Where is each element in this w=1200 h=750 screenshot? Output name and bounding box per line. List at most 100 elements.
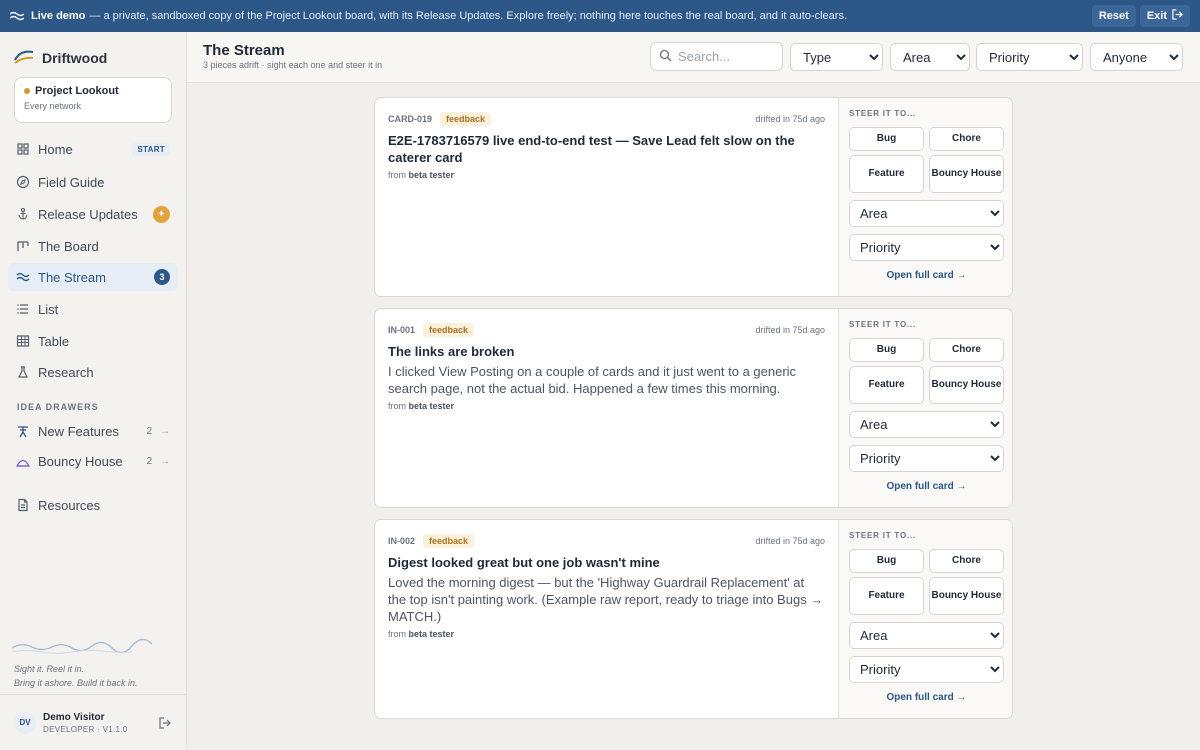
stream-card[interactable]: IN-002 feedback drifted in 75d ago Diges…	[374, 519, 1013, 719]
stream-card[interactable]: IN-001 feedback drifted in 75d ago The l…	[374, 308, 1013, 508]
drawer-count: 2	[146, 455, 152, 467]
user-bar: DV Demo Visitor DEVELOPER · V1.1.0	[0, 694, 186, 750]
card-area-select[interactable]: Area	[849, 622, 1004, 649]
type-filter[interactable]: Type	[790, 43, 883, 71]
nav-item-release-updates[interactable]: Release Updates ✦	[8, 200, 178, 228]
card-title[interactable]: Digest looked great but one job wasn't m…	[388, 554, 825, 571]
card-type-tag: feedback	[440, 112, 492, 126]
sparkle-icon: ✦	[153, 205, 170, 223]
steer-bouncy-house-button[interactable]: Bouncy House	[929, 577, 1004, 615]
drawer-label-bouncy-house: Bouncy House	[38, 453, 123, 469]
nav-label-table: Table	[38, 333, 70, 349]
open-full-card-link[interactable]: Open full card →	[849, 692, 1004, 703]
nav-item-resources[interactable]: Resources	[8, 491, 178, 519]
card-body: I clicked View Posting on a couple of ca…	[388, 364, 797, 396]
drawers-heading: IDEA DRAWERS	[17, 402, 99, 412]
document-icon	[16, 498, 30, 512]
nav-item-field-guide[interactable]: Field Guide	[8, 168, 178, 196]
search-icon	[659, 49, 672, 65]
source-name: beta tester	[408, 629, 455, 639]
nav-item-table[interactable]: Table	[8, 327, 178, 355]
drawer-new-features[interactable]: New Features 2 →	[8, 417, 178, 445]
card-area-select[interactable]: Area	[849, 411, 1004, 438]
nav-label-resources: Resources	[38, 497, 101, 513]
card-id: CARD-019	[388, 114, 433, 124]
page-header: The Stream 3 pieces adrift · sight each …	[187, 32, 1200, 83]
drawer-count: 2	[146, 425, 152, 437]
anchor-icon	[16, 207, 30, 221]
drawer-label-new-features: New Features	[38, 423, 119, 439]
figure-icon	[16, 424, 30, 438]
arrow-right-icon: →	[160, 455, 170, 467]
steer-panel: STEER IT TO... Bug Chore Feature Bouncy …	[838, 98, 1012, 296]
arrow-right-icon: →	[160, 425, 170, 437]
source-name: beta tester	[408, 401, 455, 411]
nav-label-list: List	[38, 301, 59, 317]
bouncy-house-icon	[16, 454, 30, 468]
card-title[interactable]: The links are broken	[388, 343, 825, 360]
steer-bug-button[interactable]: Bug	[849, 127, 924, 151]
card-priority-select[interactable]: Priority	[849, 656, 1004, 683]
brand[interactable]: Driftwood	[14, 48, 107, 67]
tagline-line-1: Sight it. Reel it in.	[14, 664, 85, 674]
nav-label-board: The Board	[38, 238, 99, 254]
reset-button[interactable]: Reset	[1091, 5, 1136, 27]
steer-bouncy-house-button[interactable]: Bouncy House	[929, 155, 1004, 193]
steer-chore-button[interactable]: Chore	[929, 338, 1004, 362]
card-area-select[interactable]: Area	[849, 200, 1004, 227]
wave-decoration	[11, 638, 153, 659]
source-prefix: from	[388, 401, 406, 411]
card-body: Loved the morning digest — but the 'High…	[388, 575, 824, 624]
nav-label-research: Research	[38, 364, 94, 380]
avatar[interactable]: DV	[14, 711, 36, 734]
priority-filter[interactable]: Priority	[976, 43, 1083, 71]
tagline-line-2: Bring it ashore. Build it back in.	[14, 678, 138, 688]
start-tag: START	[132, 142, 170, 156]
card-timestamp: drifted in 75d ago	[755, 536, 825, 546]
exit-button[interactable]: Exit	[1139, 5, 1190, 27]
steer-chore-button[interactable]: Chore	[929, 127, 1004, 151]
list-icon	[16, 302, 30, 316]
search-box[interactable]	[650, 42, 783, 71]
workspace-switcher[interactable]: Project Lookout Every network	[14, 77, 172, 123]
area-filter[interactable]: Area	[890, 43, 970, 71]
card-title[interactable]: E2E-1783716579 live end-to-end test — Sa…	[388, 132, 825, 166]
assignee-filter[interactable]: Anyone	[1090, 43, 1183, 71]
page-title: The Stream	[203, 42, 285, 59]
driftwood-logo-icon	[14, 48, 34, 67]
drawer-bouncy-house[interactable]: Bouncy House 2 →	[8, 447, 178, 475]
open-full-card-link[interactable]: Open full card →	[849, 270, 1004, 281]
steer-bug-button[interactable]: Bug	[849, 549, 924, 573]
source-prefix: from	[388, 629, 406, 639]
nav-item-list[interactable]: List	[8, 295, 178, 323]
steer-bug-button[interactable]: Bug	[849, 338, 924, 362]
steer-chore-button[interactable]: Chore	[929, 549, 1004, 573]
nav-label-release-updates: Release Updates	[38, 206, 138, 222]
user-role: DEVELOPER · V1.1.0	[43, 724, 128, 734]
wave-icon	[16, 270, 30, 284]
steer-feature-button[interactable]: Feature	[849, 577, 924, 615]
search-input[interactable]	[678, 49, 774, 64]
card-source: from beta tester	[388, 629, 825, 639]
card-id: IN-001	[388, 325, 416, 335]
open-full-card-link[interactable]: Open full card →	[849, 481, 1004, 492]
card-type-tag: feedback	[423, 534, 475, 548]
nav-item-board[interactable]: The Board	[8, 232, 178, 260]
stream-count-badge: 3	[154, 269, 170, 285]
wave-icon	[10, 11, 24, 21]
table-icon	[16, 334, 30, 348]
nav-item-stream[interactable]: The Stream 3	[8, 263, 178, 291]
stream-card[interactable]: CARD-019 feedback drifted in 75d ago E2E…	[374, 97, 1013, 297]
demo-banner: Live demo — a private, sandboxed copy of…	[0, 0, 1200, 32]
nav-item-home[interactable]: Home START	[8, 135, 178, 163]
steer-feature-button[interactable]: Feature	[849, 366, 924, 404]
card-priority-select[interactable]: Priority	[849, 445, 1004, 472]
nav-item-research[interactable]: Research	[8, 358, 178, 386]
card-source: from beta tester	[388, 170, 825, 180]
card-priority-select[interactable]: Priority	[849, 234, 1004, 261]
logout-icon[interactable]	[158, 716, 172, 730]
card-type-tag: feedback	[423, 323, 475, 337]
brand-name: Driftwood	[42, 49, 108, 66]
steer-feature-button[interactable]: Feature	[849, 155, 924, 193]
steer-bouncy-house-button[interactable]: Bouncy House	[929, 366, 1004, 404]
